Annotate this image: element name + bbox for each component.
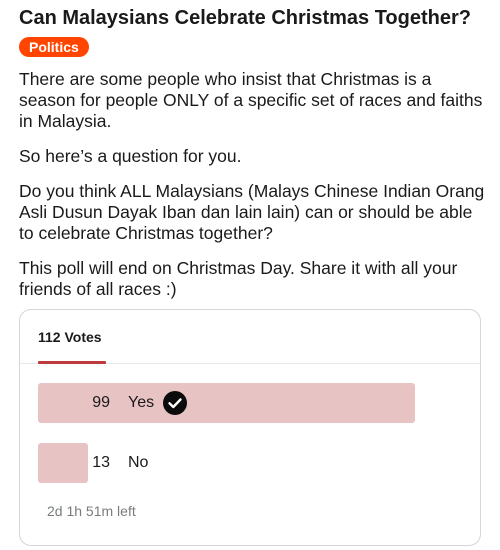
flair-badge[interactable]: Politics [19, 37, 89, 57]
poll-header: 112 Votes [20, 310, 480, 364]
votes-underline [38, 361, 106, 364]
post-paragraph: There are some people who insist that Ch… [19, 69, 483, 131]
poll-option-count: 99 [92, 394, 110, 411]
votes-total: 112 Votes [38, 329, 102, 345]
post-body: There are some people who insist that Ch… [19, 69, 489, 314]
poll-option-no[interactable]: 13 No [38, 443, 416, 483]
post-paragraph: Do you think ALL Malaysians (Malays Chin… [19, 181, 485, 243]
poll-option-label: Yes [128, 394, 155, 411]
post-paragraph: This poll will end on Christmas Day. Sha… [19, 258, 458, 299]
poll-card: 112 Votes 99 Yes 13 No 2d 1h 51m left [19, 309, 481, 546]
poll-option-count: 13 [92, 454, 110, 471]
post-title: Can Malaysians Celebrate Christmas Toget… [19, 7, 471, 29]
post-paragraph: So here’s a question for you. [19, 146, 242, 166]
poll-option-label: No [128, 454, 149, 471]
poll-option-yes[interactable]: 99 Yes [38, 383, 416, 423]
poll-time-left: 2d 1h 51m left [47, 503, 136, 519]
checkmark-circle-icon [163, 391, 187, 415]
